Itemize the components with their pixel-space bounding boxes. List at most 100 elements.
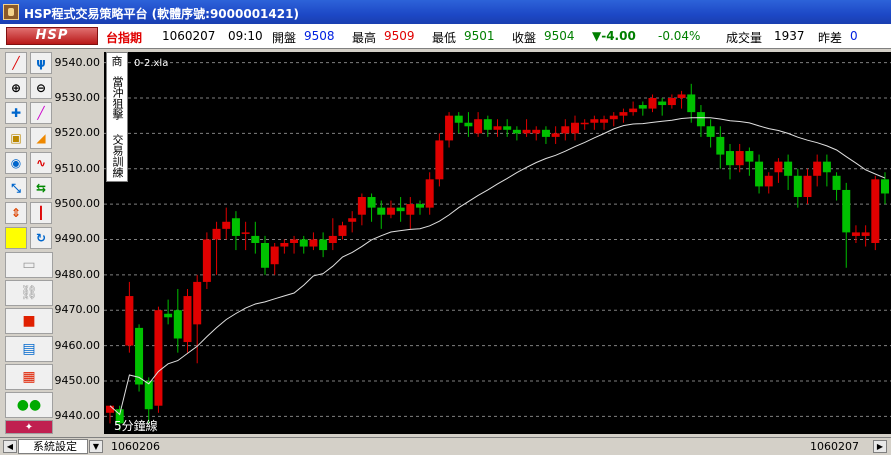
arrow-up-down-icon[interactable]: ⇕ — [5, 202, 27, 224]
candle-down — [251, 235, 260, 243]
paint-icon[interactable]: ✦ — [5, 420, 53, 434]
candle-up — [435, 140, 444, 180]
tab-product[interactable]: 商 — [107, 55, 127, 68]
candle-down — [173, 310, 182, 339]
settings-label: 系統設定 — [33, 440, 77, 453]
prev-diff-label: 昨差 — [818, 31, 843, 45]
candle-icon[interactable]: ┃ — [30, 202, 52, 224]
quote-bar: HSP 台指期 1060207 09:10 開盤 9508 最高 9509 最低… — [0, 24, 891, 49]
scroll-left-icon[interactable]: ◀ — [3, 440, 17, 453]
candle-up — [406, 204, 415, 215]
candle-up — [493, 126, 502, 130]
candle-down — [377, 207, 386, 215]
stop-icon[interactable]: ■ — [5, 308, 53, 334]
candle-up — [551, 133, 560, 137]
candle-up — [425, 179, 434, 208]
zoom-out-icon[interactable]: ⊖ — [30, 77, 52, 99]
system-settings-select[interactable]: 系統設定 — [18, 439, 88, 454]
candle-up — [561, 126, 570, 134]
color-swatch-icon[interactable] — [5, 227, 27, 249]
wave-icon[interactable]: ∿ — [30, 152, 52, 174]
crosshair-icon[interactable]: ✚ — [5, 102, 27, 124]
chevron-down-icon[interactable]: ▼ — [89, 440, 103, 453]
symbol-label[interactable]: 台指期 — [106, 29, 142, 46]
candle-up — [677, 94, 686, 98]
grid-icon[interactable]: ▦ — [5, 364, 53, 390]
candle-up — [571, 122, 579, 134]
candle-up — [600, 119, 609, 123]
candle-up — [445, 115, 454, 141]
candle-up — [222, 221, 231, 229]
drawing-toolbar: ╱ ψ ⊕ ⊖ ✚ ╱ ▣ ◢ ◉ ∿ ⤡ ⇆ ⇕ ┃ ↻ ▭ ⛓ ■ ▤ ▦ … — [5, 52, 55, 434]
price-axis: 9540.00 9530.00 9520.00 9510.00 9500.00 9490.… — [54, 52, 104, 434]
candle-down — [638, 105, 647, 109]
y-tick-label: 9500.00 — [54, 197, 101, 211]
candle-down — [696, 112, 705, 127]
candle-up — [619, 112, 628, 116]
window-title: HSP程式交易策略平台 (軟體序號:9000001421) — [24, 7, 299, 21]
candle-up — [309, 239, 318, 247]
candle-up — [270, 246, 279, 265]
candle-up — [154, 310, 163, 406]
candle-up — [357, 197, 366, 215]
title-bar: HSP程式交易策略平台 (軟體序號:9000001421) — [0, 0, 891, 24]
y-tick-label: 9440.00 — [54, 409, 101, 423]
candle-down — [881, 179, 889, 194]
candle-up — [590, 119, 599, 123]
quote-time: 09:10 — [228, 29, 263, 43]
open-label: 開盤 — [272, 31, 297, 45]
candle-down — [483, 119, 492, 130]
open-value: 9508 — [304, 29, 335, 43]
candle-up — [212, 228, 221, 240]
high-label: 最高 — [352, 31, 377, 45]
window-icon[interactable]: ▤ — [5, 336, 53, 362]
candle-up — [193, 281, 202, 325]
quote-date: 1060207 — [162, 29, 216, 43]
end-date: 1060207 — [810, 440, 859, 453]
volume-label: 成交量 — [726, 31, 763, 45]
low-value: 9501 — [464, 29, 495, 43]
lock-icon[interactable]: ▣ — [5, 127, 27, 149]
eraser-icon[interactable]: ◢ — [30, 127, 52, 149]
draw-line-icon[interactable]: ╱ — [5, 52, 27, 74]
candle-up — [522, 129, 531, 134]
candle-up — [241, 232, 250, 234]
candle-up — [813, 161, 822, 176]
chain-icon[interactable]: ⛓ — [5, 280, 53, 306]
candle-up — [532, 129, 541, 134]
hsp-logo: HSP — [6, 27, 98, 45]
candle-up — [851, 232, 860, 236]
candle-up — [202, 239, 211, 282]
candle-down — [396, 207, 405, 212]
candle-down — [464, 122, 473, 127]
refresh-icon[interactable]: ↻ — [30, 227, 52, 249]
pen-icon[interactable]: ╱ — [30, 102, 52, 124]
stretch-icon[interactable]: ⇆ — [30, 177, 52, 199]
tab-daytrade[interactable]: 當沖狙擊 — [107, 71, 127, 125]
chart-file-label: 0-2.xla — [134, 58, 168, 69]
candle-down — [822, 161, 831, 173]
candle-down — [261, 243, 269, 268]
people-icon[interactable]: ●● — [5, 392, 53, 418]
tab-training[interactable]: 交易訓練 — [107, 129, 127, 183]
scale-icon[interactable]: ⤡ — [5, 177, 27, 199]
chart-svg[interactable]: 0-2.xla 5分鐘線 — [104, 52, 891, 434]
volume-value: 1937 — [774, 29, 805, 43]
zoom-in-icon[interactable]: ⊕ — [5, 77, 27, 99]
candle-down — [319, 239, 328, 251]
candle-down — [784, 161, 793, 176]
change-value: ▼-4.00 — [592, 29, 636, 43]
scroll-right-icon[interactable]: ▶ — [873, 440, 887, 453]
candle-down — [416, 204, 424, 208]
target-icon[interactable]: ◉ — [5, 152, 27, 174]
candlestick-chart[interactable]: 0-2.xla 5分鐘線 — [104, 52, 891, 434]
fork-icon[interactable]: ψ — [30, 52, 52, 74]
close-value: 9504 — [544, 29, 575, 43]
y-tick-label: 9510.00 — [54, 161, 101, 175]
candle-up — [871, 179, 880, 243]
app-icon[interactable] — [3, 4, 19, 20]
folder-icon[interactable]: ▭ — [5, 252, 53, 278]
y-tick-label: 9460.00 — [54, 338, 101, 352]
moving-average-line — [109, 117, 886, 416]
candle-down — [726, 151, 734, 166]
